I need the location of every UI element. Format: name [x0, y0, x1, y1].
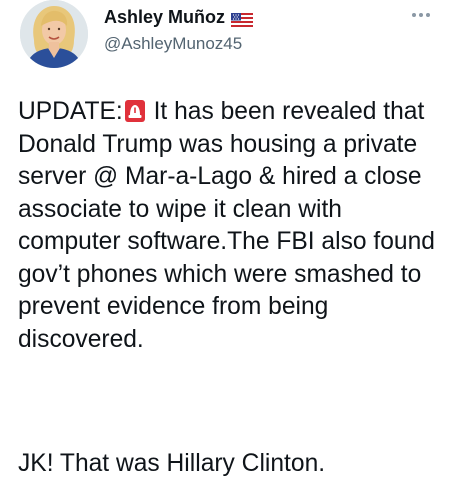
- dot: [412, 13, 416, 17]
- us-flag-icon: [231, 10, 254, 27]
- display-name-text: Ashley Muñoz: [104, 7, 226, 27]
- avatar[interactable]: [20, 0, 88, 68]
- police-car-light-icon: [124, 99, 145, 122]
- tweet-card: Ashley Muñoz @AshleyMunoz45 UPDATE: It h…: [0, 0, 452, 500]
- tweet-body: It has been revealed that Donald Trump w…: [18, 98, 435, 353]
- tweet-prefix: UPDATE:: [18, 98, 123, 125]
- tweet-text: UPDATE: It has been revealed that Donald…: [18, 96, 438, 356]
- dot: [419, 13, 423, 17]
- dot: [426, 13, 430, 17]
- user-handle[interactable]: @AshleyMunoz45: [104, 33, 242, 55]
- display-name[interactable]: Ashley Muñoz: [104, 6, 254, 28]
- more-options-icon[interactable]: [412, 10, 434, 20]
- tweet-punchline: JK! That was Hillary Clinton.: [18, 450, 326, 477]
- profile-photo: [20, 0, 88, 68]
